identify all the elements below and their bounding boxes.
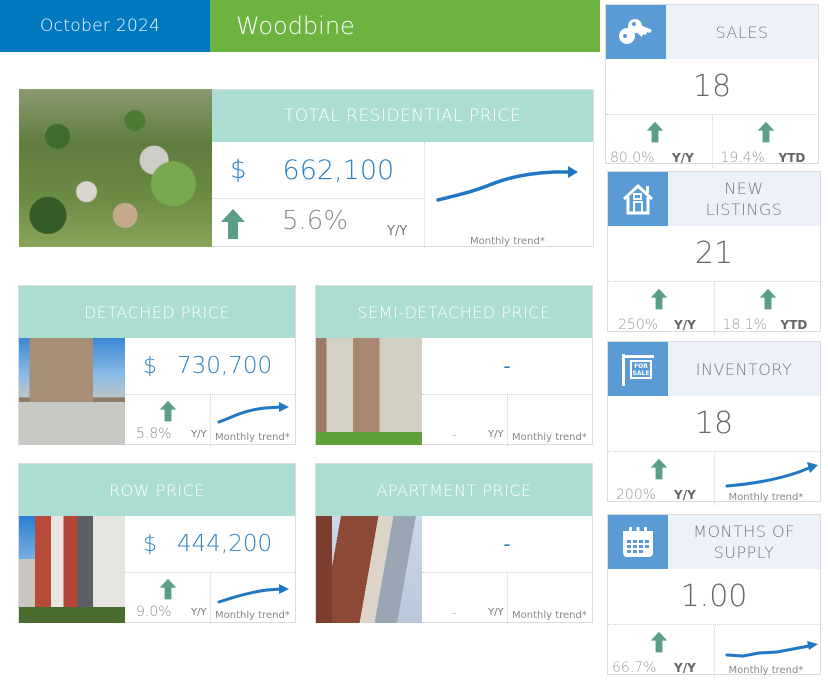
segment-price-value: 444,200	[177, 531, 273, 557]
segment-change-value: 5.8%	[136, 426, 172, 442]
arrow-up-icon	[159, 400, 177, 426]
currency-symbol: $	[143, 353, 157, 379]
segment-trend-label: Monthly trend*	[512, 432, 587, 443]
total-trend-label: Monthly trend*	[470, 236, 545, 247]
semi-detached-house-photo	[316, 338, 422, 445]
for-sale-sign-icon: FOR SALE	[608, 342, 668, 396]
total-price-value: 662,100	[282, 154, 395, 186]
segment-trend-label: Monthly trend*	[215, 432, 290, 443]
segment-change-label: Y/Y	[191, 429, 207, 440]
arrow-up-icon	[646, 121, 664, 147]
supply-trend-label: Monthly trend*	[728, 665, 804, 676]
stat-yy-label: Y/Y	[674, 661, 696, 675]
segment-trend-chart	[217, 584, 289, 604]
segment-card-row: ROW PRICE $ 444,200 9.0% Y/Y Monthly tre…	[18, 463, 296, 624]
segment-trend-label: Monthly trend*	[512, 610, 587, 621]
stat-value: 18	[606, 59, 818, 115]
arrow-up-icon	[650, 631, 668, 657]
total-change-label: Y/Y	[387, 224, 408, 239]
total-change-value: 5.6%	[282, 206, 349, 236]
arrow-up-icon	[650, 458, 668, 484]
segment-price-value: 730,700	[177, 353, 273, 379]
segment-change-value: 9.0%	[136, 604, 172, 620]
segment-change-label: Y/Y	[191, 607, 207, 618]
svg-text:FOR: FOR	[634, 363, 648, 370]
stat-ytd-change: 19.4%	[720, 150, 765, 166]
total-price-title: TOTAL RESIDENTIAL PRICE	[212, 90, 593, 142]
row-house-photo	[19, 516, 125, 623]
arrow-up-icon	[159, 578, 177, 604]
stat-yy-change: 250%	[618, 317, 659, 333]
trend-arrowhead	[568, 166, 578, 178]
apartment-building-photo	[316, 516, 422, 623]
segment-trend-label: Monthly trend*	[215, 610, 290, 621]
stat-title: SALES	[666, 5, 818, 59]
stat-card-months-of-supply: MONTHS OF SUPPLY 1.00 66.7% Y/Y Monthly t…	[607, 514, 821, 678]
segment-change-label: Y/Y	[488, 429, 504, 440]
stat-title: MONTHS OF SUPPLY	[668, 515, 820, 569]
arrow-up-icon	[650, 288, 668, 314]
house-icon	[608, 172, 668, 226]
neighbourhood-aerial-photo	[19, 89, 212, 247]
stat-ytd-change: 18.1%	[722, 317, 767, 333]
stat-ytd-label: YTD	[780, 318, 808, 332]
segment-card-apartment: APARTMENT PRICE - - Y/Y Monthly trend*	[315, 463, 593, 624]
stat-title: NEW LISTINGS	[668, 172, 820, 226]
total-trend-chart	[436, 166, 578, 202]
segment-title: DETACHED PRICE	[19, 286, 295, 338]
currency-symbol: $	[230, 155, 247, 185]
report-month: October 2024	[0, 0, 210, 52]
stat-card-sales: SALES 18 80.0% Y/Y 19.4% YTD	[605, 4, 819, 168]
stat-card-inventory: FOR SALE INVENTORY 18 200% Y/Y Monthly tr…	[607, 341, 821, 505]
segment-title: APARTMENT PRICE	[316, 464, 592, 516]
stat-yy-label: Y/Y	[672, 151, 694, 165]
stat-value: 18	[608, 396, 820, 452]
stat-value: 1.00	[608, 569, 820, 625]
svg-text:SALE: SALE	[633, 370, 650, 377]
currency-symbol: $	[143, 531, 157, 557]
stat-value: 21	[608, 226, 820, 282]
arrow-up-icon	[757, 121, 775, 147]
detached-house-photo	[19, 338, 125, 445]
arrow-up-icon	[220, 208, 246, 244]
trend-line	[436, 170, 572, 202]
segment-change-value: -	[452, 606, 457, 620]
stat-yy-label: Y/Y	[674, 318, 696, 332]
calendar-icon	[608, 515, 668, 569]
stat-yy-change: 80.0%	[610, 150, 655, 166]
stat-yy-change: 66.7%	[612, 660, 657, 676]
stat-title: INVENTORY	[668, 342, 820, 396]
segment-price-value: -	[503, 354, 511, 378]
inventory-trend-chart	[725, 462, 818, 488]
segment-trend-chart	[217, 402, 289, 424]
segment-change-value: -	[452, 428, 457, 442]
supply-trend-chart	[725, 641, 818, 658]
keys-icon	[606, 5, 666, 59]
segment-title: ROW PRICE	[19, 464, 295, 516]
stat-yy-label: Y/Y	[674, 488, 696, 502]
segment-price-value: -	[503, 532, 511, 556]
segment-card-semi-detached: SEMI-DETACHED PRICE - - Y/Y Monthly tren…	[315, 285, 593, 446]
stat-yy-change: 200%	[616, 487, 657, 503]
area-name: Woodbine	[210, 0, 600, 52]
inventory-trend-label: Monthly trend*	[728, 492, 804, 503]
stat-card-new-listings: NEW LISTINGS 21 250% Y/Y 18.1% YTD	[607, 171, 821, 335]
stat-ytd-label: YTD	[778, 151, 806, 165]
segment-card-detached: DETACHED PRICE $ 730,700 5.8% Y/Y Monthl…	[18, 285, 296, 446]
segment-change-label: Y/Y	[488, 607, 504, 618]
segment-title: SEMI-DETACHED PRICE	[316, 286, 592, 338]
arrow-up-icon	[759, 288, 777, 314]
